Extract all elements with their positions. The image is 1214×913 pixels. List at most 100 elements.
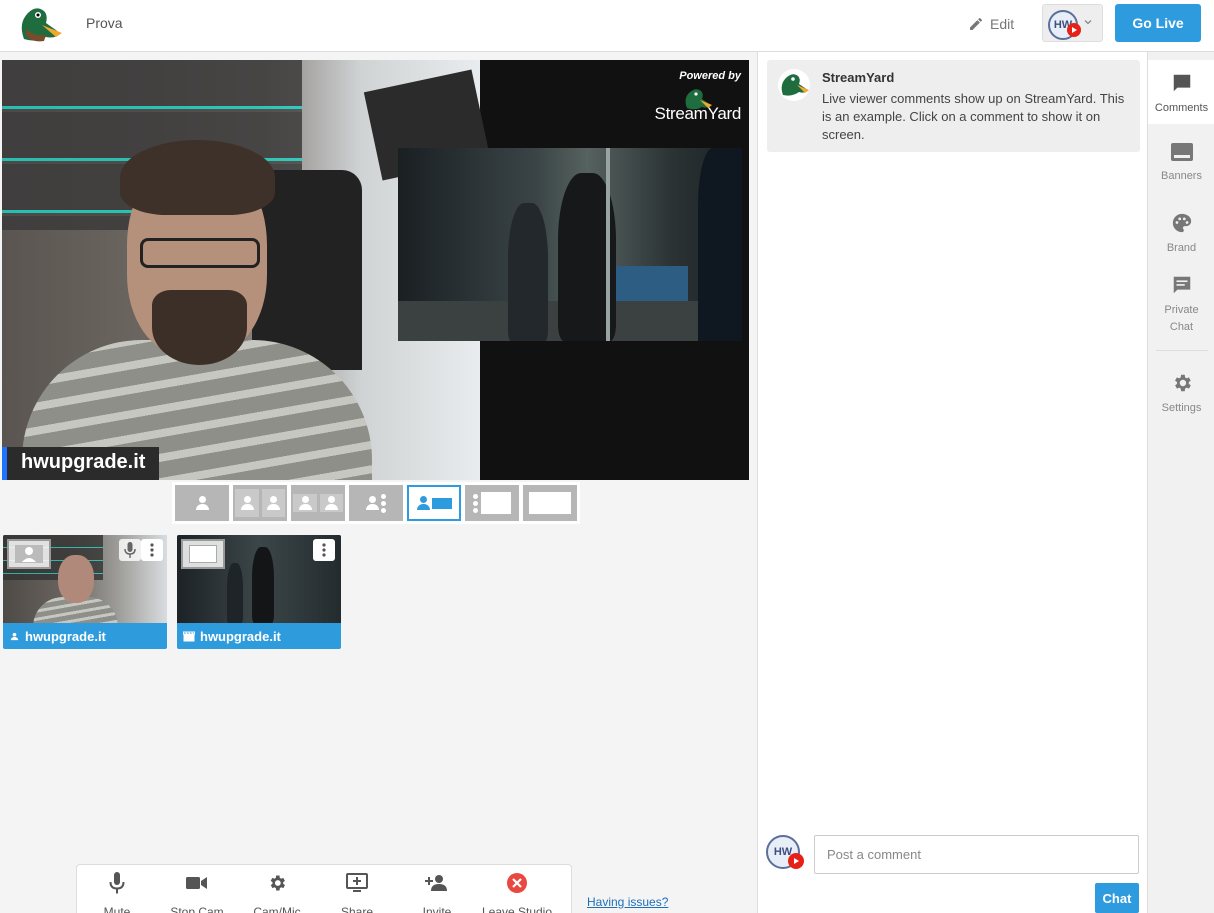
broadcast-title[interactable]: Prova (86, 15, 123, 31)
powered-by-label: Powered by (679, 70, 741, 82)
powered-by-watermark: Powered by StreamYard (655, 70, 742, 124)
close-circle-icon (507, 873, 527, 893)
gear-icon (1174, 374, 1191, 392)
top-bar: Prova Edit HW Go Live (0, 0, 1214, 52)
leave-studio-label: Leave Studio (481, 905, 553, 913)
add-to-stage-button[interactable] (7, 539, 51, 569)
invite-button[interactable]: Invite (397, 865, 477, 913)
thumbnail-face (58, 555, 94, 603)
comment-author: StreamYard (822, 70, 895, 85)
side-tab-rail: Comments Banners Brand Private Chat Sett… (1147, 52, 1214, 913)
layout-half (319, 494, 343, 512)
go-live-button[interactable]: Go Live (1115, 4, 1201, 42)
palette-icon (1172, 213, 1191, 233)
layout-solo-button[interactable] (175, 485, 229, 521)
tile-more-button[interactable] (313, 539, 335, 561)
person-icon (267, 496, 281, 510)
video-camera-icon (186, 877, 207, 889)
layout-cropped-button[interactable] (233, 485, 287, 521)
tile-more-button[interactable] (141, 539, 163, 561)
stage-name-tag: hwupgrade.it (2, 447, 160, 480)
person-icon (15, 545, 43, 563)
add-to-stage-button[interactable] (181, 539, 225, 569)
edit-label: Edit (990, 16, 1015, 32)
passenger-figure (508, 203, 548, 341)
person-icon (240, 496, 254, 510)
youtube-icon (1067, 23, 1081, 37)
broadcast-stage: hwupgrade.it Powered by StreamYard (2, 60, 749, 480)
invite-label: Invite (422, 905, 452, 913)
cam-mic-label: Cam/Mic (253, 905, 301, 913)
send-chat-button[interactable]: Chat (1095, 883, 1139, 913)
screen-icon (529, 492, 571, 514)
tab-private-chat[interactable]: Private Chat (1148, 274, 1214, 336)
add-person-icon (425, 875, 447, 891)
layout-half (235, 489, 259, 517)
layout-fullscreen-button[interactable] (523, 485, 577, 521)
avatar (778, 69, 810, 101)
tab-comments[interactable]: Comments (1148, 60, 1214, 124)
small-people-icon (381, 493, 386, 513)
tab-settings[interactable]: Settings (1148, 372, 1214, 417)
chat-icon (1173, 276, 1190, 294)
edit-button[interactable]: Edit (968, 12, 1014, 36)
person-icon (366, 496, 379, 510)
screen-icon (481, 492, 511, 514)
participant-name: hwupgrade.it (25, 628, 106, 644)
comment-item[interactable]: StreamYard Live viewer comments show up … (767, 60, 1140, 152)
mute-button[interactable]: Mute (77, 865, 157, 913)
streamyard-duck-icon (781, 74, 809, 96)
layout-spotlight-button[interactable] (349, 485, 403, 521)
share-label: Share (340, 905, 374, 913)
share-screen-button[interactable]: Share (317, 865, 397, 913)
cam-mic-settings-button[interactable]: Cam/Mic (237, 865, 317, 913)
layout-pip-button[interactable] (407, 485, 461, 521)
microphone-icon (124, 542, 136, 558)
tab-label: Brand (1166, 242, 1197, 254)
thumbnail-figure (252, 547, 274, 623)
comment-text: Live viewer comments show up on StreamYa… (822, 91, 1125, 142)
having-issues-link[interactable]: Having issues? (587, 895, 668, 909)
stop-cam-button[interactable]: Stop Cam (157, 865, 237, 913)
streamyard-logo[interactable] (16, 3, 64, 45)
person-icon (10, 632, 19, 640)
tab-banners[interactable]: Banners (1148, 142, 1214, 185)
more-vertical-icon (322, 543, 326, 557)
comment-input[interactable] (814, 835, 1139, 874)
streamyard-duck-icon (685, 89, 712, 110)
mute-label: Mute (103, 905, 131, 913)
pencil-icon (970, 17, 983, 30)
banner-icon (1170, 143, 1193, 161)
more-vertical-icon (150, 543, 154, 557)
comments-panel: StreamYard Live viewer comments show up … (757, 52, 1147, 913)
participant-tile-camera[interactable]: hwupgrade.it (3, 535, 167, 649)
layout-half (261, 489, 285, 517)
clapperboard-icon (183, 631, 195, 641)
person-icon (416, 496, 430, 510)
layout-group-button[interactable] (291, 485, 345, 521)
youtube-icon (788, 853, 804, 869)
tile-mic-button[interactable] (119, 539, 141, 561)
participant-tile-screen[interactable]: hwupgrade.it (177, 535, 341, 649)
comment-icon (1173, 74, 1190, 92)
person-icon (325, 496, 339, 510)
subway-pole (606, 148, 610, 341)
stop-cam-label: Stop Cam (170, 905, 224, 913)
tab-label: Comments (1154, 102, 1209, 114)
share-screen-icon (346, 873, 368, 892)
microphone-icon (109, 872, 125, 894)
studio-toolbar: Mute Stop Cam Cam/Mic Share Invite Leave… (76, 864, 572, 913)
tab-label: Banners (1161, 170, 1202, 182)
tab-label: Settings (1161, 402, 1202, 414)
passenger-figure (698, 148, 742, 341)
tab-brand[interactable]: Brand (1148, 212, 1214, 257)
destination-selector[interactable]: HW (1042, 4, 1103, 42)
layout-leader-button[interactable] (465, 485, 519, 521)
leave-studio-button[interactable]: Leave Studio (477, 865, 557, 913)
thumbnail-figure (227, 563, 243, 623)
rail-divider (1156, 350, 1208, 351)
person-beard (152, 290, 247, 365)
person-icon (196, 496, 209, 510)
screen-icon (431, 497, 452, 509)
gear-icon (270, 875, 285, 891)
